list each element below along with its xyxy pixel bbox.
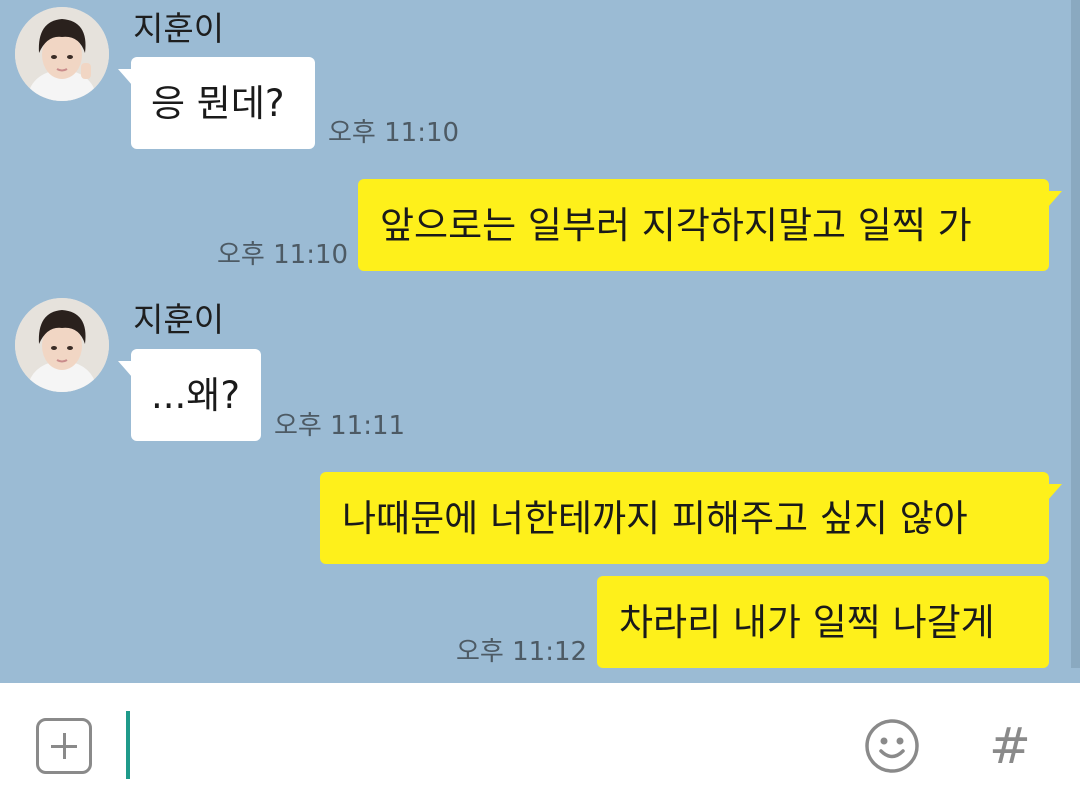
message-text: ...왜? — [151, 373, 240, 417]
bubble-tail — [118, 69, 132, 85]
text-cursor — [126, 711, 130, 779]
chat-area[interactable]: 지훈이 응 뭔데? 오후 11:10 앞으로는 일부러 지각하지말고 일찍 가 … — [0, 0, 1080, 683]
message-time: 오후 11:11 — [274, 411, 406, 441]
bubble-tail — [1048, 484, 1062, 500]
smiley-face-icon[interactable] — [864, 718, 920, 774]
message-text: 앞으로는 일부러 지각하지말고 일찍 가 — [380, 203, 972, 247]
message-text: 차라리 내가 일찍 나갈게 — [619, 600, 995, 644]
bubble-tail — [1048, 191, 1062, 207]
message-time: 오후 11:10 — [328, 118, 460, 148]
sender-name: 지훈이 — [133, 9, 225, 48]
sender-avatar[interactable] — [15, 298, 109, 392]
plus-box-icon[interactable] — [36, 718, 92, 774]
message-bubble-incoming[interactable]: 응 뭔데? — [118, 57, 315, 149]
message-bubble-outgoing[interactable]: 앞으로는 일부러 지각하지말고 일찍 가 — [358, 179, 1062, 271]
sender-name: 지훈이 — [133, 300, 225, 339]
message-bubble-outgoing[interactable]: 나때문에 너한테까지 피해주고 싶지 않아 — [320, 472, 1062, 564]
message-time: 오후 11:12 — [456, 637, 588, 667]
message-time: 오후 11:10 — [217, 240, 349, 270]
hash-icon[interactable]: # — [984, 716, 1036, 776]
bubble-tail — [118, 361, 132, 377]
sender-avatar[interactable] — [15, 7, 109, 101]
scrollbar[interactable] — [1071, 0, 1080, 668]
message-bubble-incoming[interactable]: ...왜? — [118, 349, 261, 441]
message-text: 나때문에 너한테까지 피해주고 싶지 않아 — [342, 496, 968, 540]
message-input[interactable] — [132, 700, 832, 790]
message-bubble-outgoing[interactable]: 차라리 내가 일찍 나갈게 — [597, 576, 1049, 668]
message-text: 응 뭔데? — [151, 81, 285, 125]
